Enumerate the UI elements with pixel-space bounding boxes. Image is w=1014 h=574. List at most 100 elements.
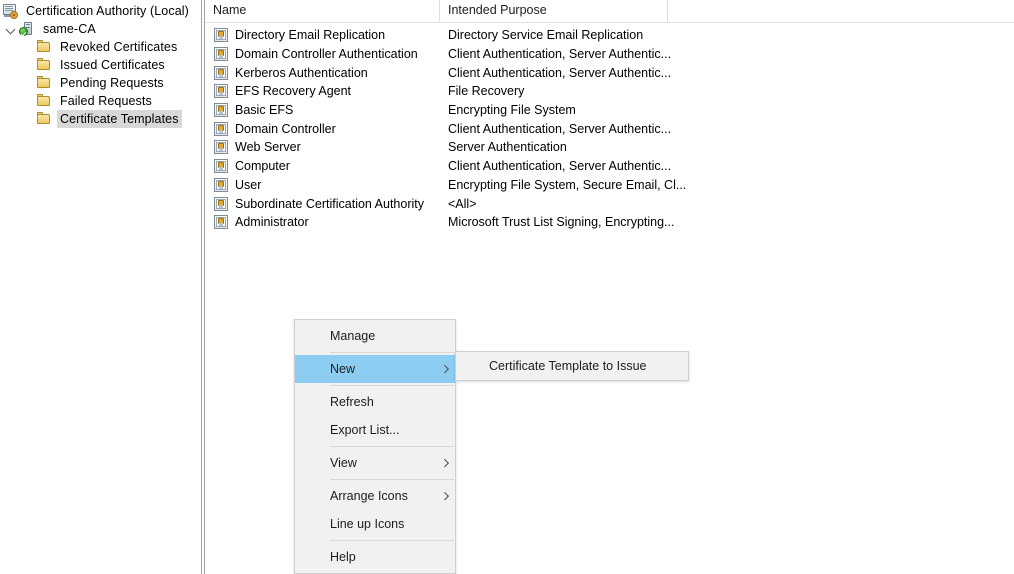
folder-icon bbox=[36, 93, 52, 109]
menu-item-label: New bbox=[330, 362, 439, 376]
template-name: Basic EFS bbox=[235, 103, 293, 117]
cell-name: Computer bbox=[205, 158, 440, 174]
tree-item-label: Issued Certificates bbox=[57, 56, 168, 74]
column-header-intended-purpose[interactable]: Intended Purpose bbox=[440, 0, 668, 22]
menu-item-label: View bbox=[330, 456, 439, 470]
cell-intended-purpose: Client Authentication, Server Authentic.… bbox=[440, 66, 1014, 80]
certificate-template-icon bbox=[213, 46, 229, 62]
tree-item-pending-requests[interactable]: Pending Requests bbox=[0, 74, 201, 92]
template-name: Kerberos Authentication bbox=[235, 66, 368, 80]
table-row[interactable]: Computer Client Authentication, Server Au… bbox=[205, 157, 1014, 176]
context-menu[interactable]: Manage New Refresh Export List... View Arrang… bbox=[294, 319, 456, 574]
certificate-template-icon bbox=[213, 65, 229, 81]
table-row[interactable]: Administrator Microsoft Trust List Signin… bbox=[205, 213, 1014, 232]
menu-separator bbox=[330, 352, 454, 353]
menu-item-line-up-icons[interactable]: Line up Icons bbox=[295, 510, 455, 538]
table-row[interactable]: Domain Controller Authentication Client A… bbox=[205, 45, 1014, 64]
template-name: Computer bbox=[235, 159, 290, 173]
menu-item-label: Export List... bbox=[330, 423, 455, 437]
tree-item-issued-certificates[interactable]: Issued Certificates bbox=[0, 56, 201, 74]
cell-intended-purpose: Client Authentication, Server Authentic.… bbox=[440, 47, 1014, 61]
cell-name: EFS Recovery Agent bbox=[205, 83, 440, 99]
tree-item-label: Certificate Templates bbox=[57, 110, 182, 128]
cell-name: Domain Controller bbox=[205, 121, 440, 137]
certificate-template-icon bbox=[213, 214, 229, 230]
folder-icon bbox=[36, 39, 52, 55]
tree-item-certification-authority-local[interactable]: Certification Authority (Local) bbox=[0, 2, 201, 20]
tree-item-label: Revoked Certificates bbox=[57, 38, 180, 56]
cell-intended-purpose: Encrypting File System bbox=[440, 103, 1014, 117]
cell-name: User bbox=[205, 177, 440, 193]
submenu-item-certificate-template-to-issue[interactable]: Certificate Template to Issue bbox=[456, 353, 688, 379]
menu-item-label: Manage bbox=[330, 329, 455, 343]
menu-item-label: Line up Icons bbox=[330, 517, 455, 531]
table-row[interactable]: UserEncrypting File System, Secure Email… bbox=[205, 176, 1014, 195]
column-header-name[interactable]: Name bbox=[205, 0, 440, 22]
tree-item-certificate-templates[interactable]: Certificate Templates bbox=[0, 110, 201, 128]
menu-item-new[interactable]: New bbox=[295, 355, 455, 383]
chevron-down-icon[interactable] bbox=[4, 25, 19, 34]
certificate-template-icon bbox=[213, 27, 229, 43]
cell-name: Basic EFS bbox=[205, 102, 440, 118]
template-name: Administrator bbox=[235, 215, 309, 229]
console-tree-pane: Certification Authority (Local)same-CARe… bbox=[0, 0, 201, 574]
cell-name: Administrator bbox=[205, 214, 440, 230]
console-tree: Certification Authority (Local)same-CARe… bbox=[0, 0, 201, 128]
cell-intended-purpose: Client Authentication, Server Authentic.… bbox=[440, 159, 1014, 173]
tree-item-label: Pending Requests bbox=[57, 74, 167, 92]
menu-item-arrange-icons[interactable]: Arrange Icons bbox=[295, 482, 455, 510]
certificate-template-icon bbox=[213, 102, 229, 118]
menu-item-export-list[interactable]: Export List... bbox=[295, 416, 455, 444]
cell-intended-purpose: Directory Service Email Replication bbox=[440, 28, 1014, 42]
menu-separator bbox=[330, 446, 454, 447]
cell-intended-purpose: File Recovery bbox=[440, 84, 1014, 98]
certificate-template-icon bbox=[213, 196, 229, 212]
tree-item-label: same-CA bbox=[40, 20, 99, 38]
table-row[interactable]: Web Server Server Authentication bbox=[205, 138, 1014, 157]
submenu-item-label: Certificate Template to Issue bbox=[489, 359, 688, 373]
cell-intended-purpose: Server Authentication bbox=[440, 140, 1014, 154]
tree-item-label: Certification Authority (Local) bbox=[23, 2, 192, 20]
tree-item-label: Failed Requests bbox=[57, 92, 155, 110]
table-row[interactable]: Subordinate Certification Authority <All> bbox=[205, 194, 1014, 213]
certificate-template-icon bbox=[213, 177, 229, 193]
menu-item-label: Refresh bbox=[330, 395, 455, 409]
menu-item-help[interactable]: Help bbox=[295, 543, 455, 571]
menu-item-view[interactable]: View bbox=[295, 449, 455, 477]
menu-item-label: Arrange Icons bbox=[330, 489, 439, 503]
template-name: User bbox=[235, 178, 261, 192]
certificate-template-icon bbox=[213, 158, 229, 174]
template-name: EFS Recovery Agent bbox=[235, 84, 351, 98]
tree-item-revoked-certificates[interactable]: Revoked Certificates bbox=[0, 38, 201, 56]
tree-item-same-ca[interactable]: same-CA bbox=[0, 20, 201, 38]
template-name: Domain Controller Authentication bbox=[235, 47, 418, 61]
cell-intended-purpose: Microsoft Trust List Signing, Encrypting… bbox=[440, 215, 1014, 229]
context-submenu-new[interactable]: Certificate Template to Issue bbox=[455, 351, 689, 381]
cell-intended-purpose: <All> bbox=[440, 197, 1014, 211]
folder-icon bbox=[36, 111, 52, 127]
mmc-console-root: Certification Authority (Local)same-CARe… bbox=[0, 0, 1014, 574]
table-row[interactable]: Kerberos Authentication Client Authentica… bbox=[205, 63, 1014, 82]
certificate-template-icon bbox=[213, 139, 229, 155]
cell-name: Kerberos Authentication bbox=[205, 65, 440, 81]
certificate-template-icon bbox=[213, 121, 229, 137]
ca-server-online-icon bbox=[19, 21, 35, 37]
cell-name: Domain Controller Authentication bbox=[205, 46, 440, 62]
menu-item-manage[interactable]: Manage bbox=[295, 322, 455, 350]
tree-item-failed-requests[interactable]: Failed Requests bbox=[0, 92, 201, 110]
menu-separator bbox=[330, 479, 454, 480]
table-row[interactable]: Domain ControllerClient Authentication, … bbox=[205, 119, 1014, 138]
menu-item-refresh[interactable]: Refresh bbox=[295, 388, 455, 416]
table-row[interactable]: EFS Recovery Agent File Recovery bbox=[205, 82, 1014, 101]
table-row[interactable]: Basic EFS Encrypting File System bbox=[205, 101, 1014, 120]
cell-name: Directory Email Replication bbox=[205, 27, 440, 43]
cell-intended-purpose: Client Authentication, Server Authentic.… bbox=[440, 122, 1014, 136]
template-name: Subordinate Certification Authority bbox=[235, 197, 424, 211]
certificate-template-icon bbox=[213, 83, 229, 99]
cell-name: Subordinate Certification Authority bbox=[205, 196, 440, 212]
table-row[interactable]: Directory Email ReplicationDirectory Ser… bbox=[205, 26, 1014, 45]
menu-separator bbox=[330, 540, 454, 541]
template-name: Web Server bbox=[235, 140, 301, 154]
cell-name: Web Server bbox=[205, 139, 440, 155]
menu-separator bbox=[330, 385, 454, 386]
